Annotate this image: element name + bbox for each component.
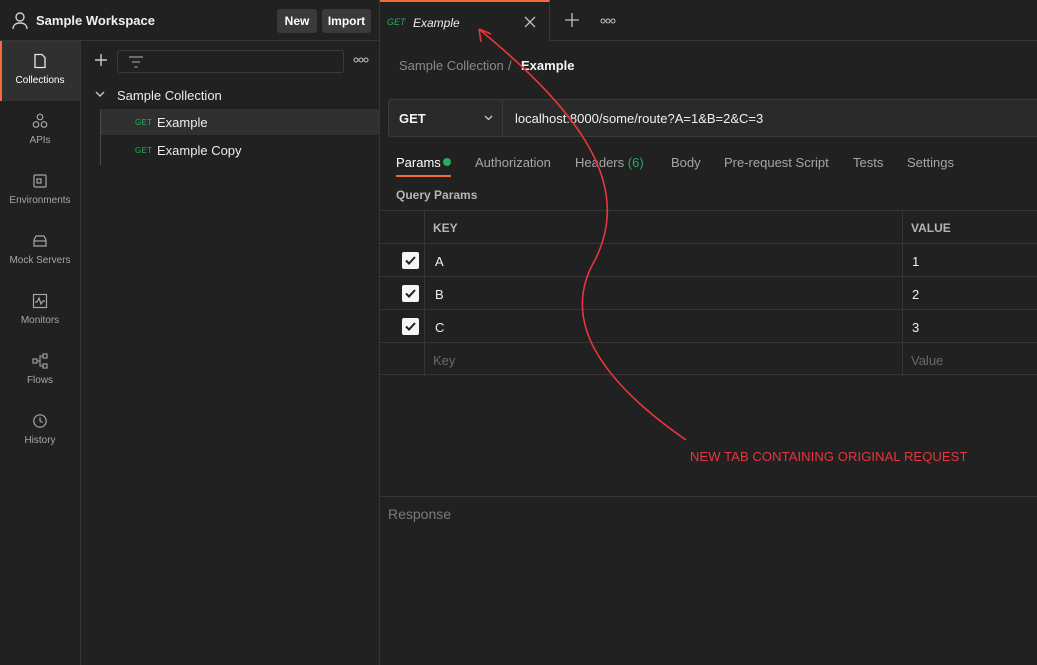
tab-params[interactable]: Params — [396, 155, 441, 170]
param-value[interactable]: 1 — [912, 254, 919, 269]
sidebar-item-label: Flows — [26, 375, 54, 386]
method-badge: GET — [135, 118, 153, 127]
tab-settings[interactable]: Settings — [907, 155, 954, 170]
tab-headers[interactable]: Headers (6) — [575, 155, 644, 170]
params-table: KEY VALUE A 1 B 2 C 3 Key Value — [380, 210, 1037, 376]
collection-row[interactable]: Sample Collection — [81, 84, 379, 106]
method-badge: GET — [135, 146, 153, 155]
environments-icon — [33, 174, 47, 188]
tab-bar: GET Example — [380, 0, 1037, 41]
tab-example[interactable]: GET Example — [380, 0, 550, 41]
user-icon[interactable] — [12, 12, 28, 30]
key-column-header: KEY — [433, 221, 458, 235]
param-value[interactable]: 3 — [912, 320, 919, 335]
table-row: A 1 — [380, 243, 1037, 276]
request-item-example[interactable]: GET Example — [101, 109, 379, 135]
filter-icon — [129, 56, 143, 68]
breadcrumb-separator: / — [508, 58, 512, 73]
sidebar-item-mock-servers[interactable]: Mock Servers — [0, 221, 80, 281]
more-options-icon[interactable] — [600, 18, 616, 24]
collection-name: Sample Collection — [117, 88, 222, 103]
tab-headers-label: Headers — [575, 155, 625, 170]
value-input[interactable]: Value — [911, 353, 943, 368]
sidebar-item-label: APIs — [29, 135, 51, 146]
tab-body[interactable]: Body — [671, 155, 701, 170]
checkbox[interactable] — [402, 285, 419, 302]
breadcrumb-current[interactable]: Example — [521, 58, 574, 73]
more-options-icon[interactable] — [353, 57, 369, 63]
table-row: B 2 — [380, 276, 1037, 309]
workspace-title[interactable]: Sample Workspace — [36, 13, 155, 28]
annotation-text: NEW TAB CONTAINING ORIGINAL REQUEST — [690, 449, 968, 464]
active-tab-indicator — [396, 175, 451, 177]
import-button[interactable]: Import — [322, 9, 371, 33]
value-column-header: VALUE — [911, 221, 951, 235]
new-button[interactable]: New — [277, 9, 317, 33]
sidebar-item-environments[interactable]: Environments — [0, 161, 80, 221]
table-header-row: KEY VALUE — [380, 210, 1037, 243]
checkmark-icon — [405, 256, 416, 265]
sidebar-item-label: History — [24, 435, 56, 446]
param-key[interactable]: C — [435, 320, 444, 335]
filter-input[interactable] — [117, 50, 344, 73]
param-value[interactable]: 2 — [912, 287, 919, 302]
param-key[interactable]: A — [435, 254, 444, 269]
history-icon — [33, 414, 47, 428]
sidebar-item-label: Collections — [15, 75, 65, 86]
plus-icon[interactable] — [565, 13, 579, 27]
method-label: GET — [399, 111, 426, 126]
table-row: C 3 — [380, 309, 1037, 342]
chevron-down-icon — [484, 115, 493, 121]
sidebar-item-label: Monitors — [20, 315, 60, 326]
checkmark-icon — [405, 322, 416, 331]
request-name: Example — [157, 115, 208, 130]
sidebar-item-history[interactable]: History — [0, 401, 80, 461]
method-select[interactable]: GET — [389, 100, 503, 136]
tab-tests[interactable]: Tests — [853, 155, 883, 170]
url-bar: GET localhost:8000/some/route?A=1&B=2&C=… — [388, 99, 1037, 137]
collections-icon — [34, 53, 46, 69]
tab-prerequest-script[interactable]: Pre-request Script — [724, 155, 829, 170]
workspace-header: Sample Workspace New Import — [0, 0, 380, 41]
collections-panel: Sample Collection GET Example GET Exampl… — [81, 41, 380, 665]
sidebar: Collections APIs Environments Mock Serve… — [0, 41, 81, 665]
flows-icon — [32, 353, 48, 369]
close-icon[interactable] — [524, 16, 536, 28]
query-params-label: Query Params — [396, 188, 478, 202]
sidebar-item-monitors[interactable]: Monitors — [0, 281, 80, 341]
request-name: Example Copy — [157, 143, 242, 158]
tab-title: Example — [413, 16, 460, 30]
checkbox[interactable] — [402, 318, 419, 335]
checkbox[interactable] — [402, 252, 419, 269]
monitors-icon — [32, 293, 48, 309]
sidebar-item-label: Environments — [9, 195, 71, 206]
breadcrumb-parent[interactable]: Sample Collection — [399, 58, 504, 73]
checkmark-icon — [405, 289, 416, 298]
table-row-new: Key Value — [380, 342, 1037, 375]
response-divider[interactable] — [380, 496, 1037, 497]
sidebar-item-label: Mock Servers — [9, 255, 71, 266]
sidebar-item-apis[interactable]: APIs — [0, 101, 80, 161]
plus-icon[interactable] — [93, 52, 109, 68]
url-input[interactable]: localhost:8000/some/route?A=1&B=2&C=3 — [515, 111, 763, 126]
tab-authorization[interactable]: Authorization — [475, 155, 551, 170]
chevron-down-icon[interactable] — [95, 91, 105, 98]
mock-servers-icon — [33, 235, 47, 247]
request-item-example-copy[interactable]: GET Example Copy — [101, 137, 379, 163]
sidebar-item-collections[interactable]: Collections — [0, 41, 80, 101]
response-label: Response — [388, 506, 452, 522]
apis-icon — [32, 113, 48, 128]
key-input[interactable]: Key — [433, 353, 455, 368]
param-key[interactable]: B — [435, 287, 444, 302]
headers-count: (6) — [627, 155, 644, 170]
tab-method-badge: GET — [387, 17, 406, 27]
sidebar-item-flows[interactable]: Flows — [0, 341, 80, 401]
params-status-dot — [443, 158, 451, 166]
